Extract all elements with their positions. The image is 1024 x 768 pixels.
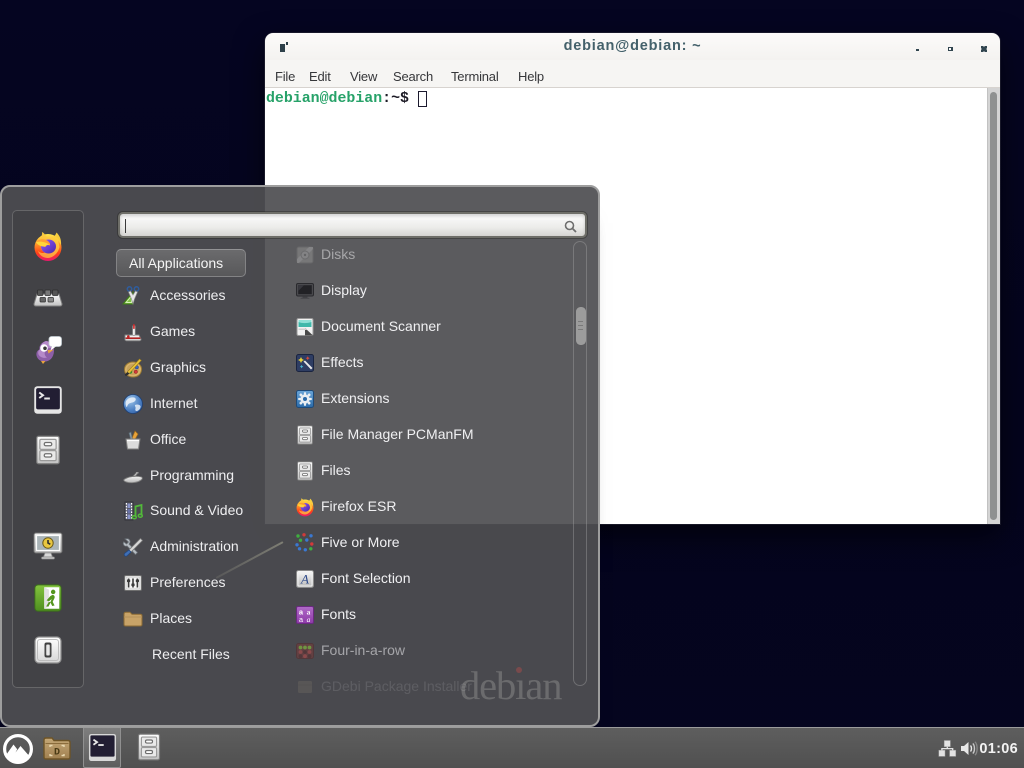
svg-text:D: D [54,748,60,759]
svg-text:a: a [307,615,311,624]
svg-text:A: A [300,571,309,586]
